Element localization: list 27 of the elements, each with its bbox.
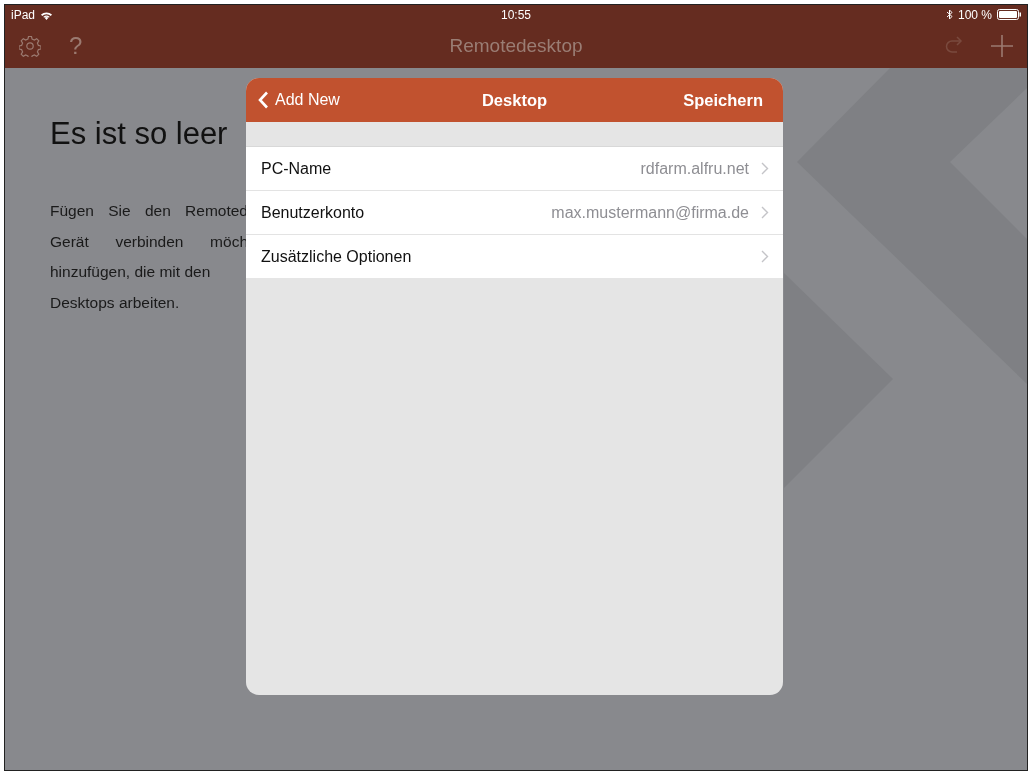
back-button[interactable]: Add New — [258, 91, 340, 109]
add-icon[interactable] — [991, 35, 1013, 57]
settings-row[interactable]: Benutzerkonto max.mustermann@firma.de — [246, 191, 783, 235]
device-name: iPad — [11, 7, 36, 22]
save-button[interactable]: Speichern — [683, 90, 763, 110]
bluetooth-icon — [945, 9, 953, 20]
row-label: Benutzerkonto — [261, 203, 366, 222]
settings-icon[interactable] — [19, 35, 41, 57]
settings-row[interactable]: PC-Name rdfarm.alfru.net — [246, 147, 783, 191]
chevron-left-icon — [258, 91, 269, 109]
description-line: hinzufügen, die mit den — [50, 262, 212, 282]
battery-icon — [997, 9, 1021, 20]
battery-percent: 100 % — [957, 7, 992, 22]
row-label: PC-Name — [261, 159, 333, 178]
row-value: rdfarm.alfru.net — [640, 159, 749, 178]
dialog-title: Desktop — [481, 90, 548, 110]
empty-heading: Es ist so leer — [50, 116, 229, 152]
row-value: max.mustermann@firma.de — [551, 203, 749, 222]
nav-title: Remotedesktop — [449, 35, 583, 57]
row-label: Zusätzliche Optionen — [261, 247, 413, 266]
chevron-right-icon — [761, 162, 769, 175]
clock: 10:55 — [501, 7, 531, 22]
wifi-icon — [40, 9, 54, 20]
settings-row[interactable]: Zusätzliche Optionen — [246, 235, 783, 278]
chevron-right-icon — [761, 206, 769, 219]
chevron-right-icon — [761, 250, 769, 263]
description-line: Desktops arbeiten. — [50, 292, 181, 313]
